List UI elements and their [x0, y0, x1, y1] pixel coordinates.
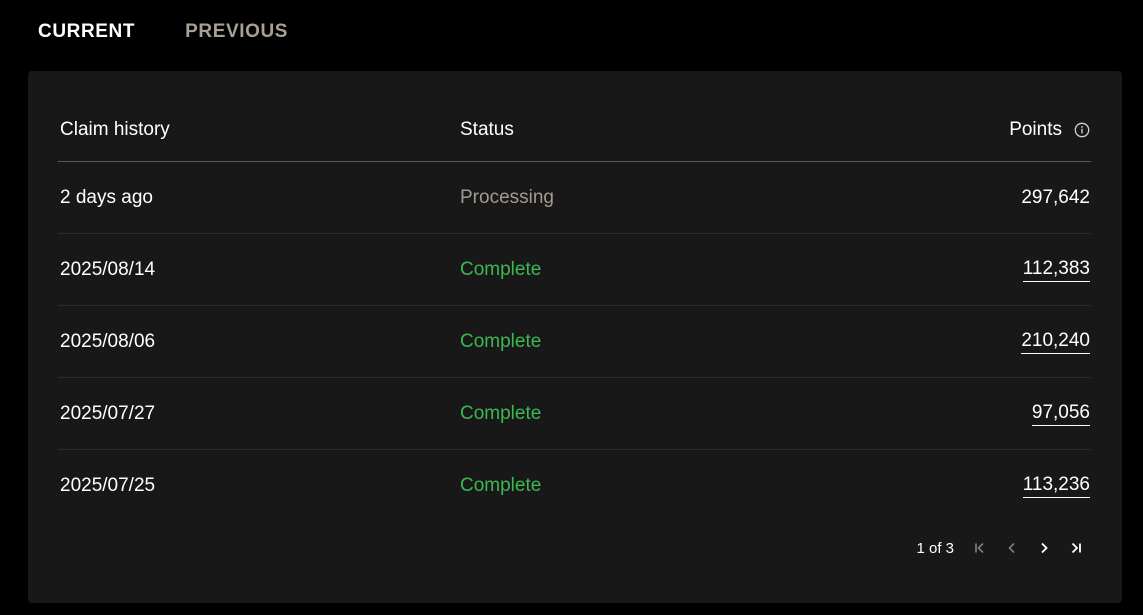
table-row: 2025/07/25 Complete 113,236	[58, 450, 1091, 521]
tab-bar: CURRENT PREVIOUS	[38, 20, 288, 44]
claim-points-link[interactable]: 210,240	[1021, 330, 1090, 354]
column-header-points-label: Points	[1009, 119, 1062, 140]
last-page-icon[interactable]	[1060, 537, 1092, 559]
claim-date: 2025/08/14	[60, 258, 156, 280]
chevron-right-icon[interactable]	[1028, 537, 1060, 559]
claim-status: Complete	[460, 402, 542, 424]
claim-status: Processing	[460, 186, 554, 208]
table-row: 2 days ago Processing 297,642	[58, 162, 1091, 234]
tab-previous[interactable]: PREVIOUS	[185, 20, 288, 44]
claim-points: 297,642	[1021, 162, 1090, 233]
claim-history-panel: Claim history Status Points 2 days ago P…	[28, 71, 1122, 603]
claim-points: 210,240	[1021, 306, 1090, 377]
claim-points-link[interactable]: 113,236	[1022, 474, 1090, 498]
column-header-points: Points	[1009, 99, 1090, 161]
table-header-row: Claim history Status Points	[58, 99, 1091, 162]
info-icon[interactable]	[1074, 122, 1090, 138]
chevron-left-icon[interactable]	[996, 537, 1028, 559]
column-header-status: Status	[460, 119, 514, 140]
claim-date: 2025/07/25	[60, 474, 156, 496]
claim-status: Complete	[460, 330, 542, 352]
claim-date: 2025/07/27	[60, 402, 156, 424]
column-header-claim-history: Claim history	[60, 119, 170, 140]
claim-date: 2025/08/06	[60, 330, 156, 352]
claim-points-link[interactable]: 97,056	[1031, 402, 1090, 426]
pagination: 1 of 3	[916, 537, 1092, 559]
claim-points-value: 297,642	[1021, 186, 1090, 208]
pagination-status: 1 of 3	[916, 539, 954, 557]
claim-status: Complete	[460, 474, 542, 496]
first-page-icon[interactable]	[964, 537, 996, 559]
claim-date: 2 days ago	[60, 186, 153, 208]
claim-points: 113,236	[1022, 450, 1090, 521]
claim-points: 97,056	[1031, 378, 1090, 449]
claim-points-link[interactable]: 112,383	[1022, 258, 1090, 282]
claim-points: 112,383	[1022, 234, 1090, 305]
table-row: 2025/08/14 Complete 112,383	[58, 234, 1091, 306]
tab-current[interactable]: CURRENT	[38, 20, 135, 44]
table-row: 2025/07/27 Complete 97,056	[58, 378, 1091, 450]
table-row: 2025/08/06 Complete 210,240	[58, 306, 1091, 378]
claim-history-table: Claim history Status Points 2 days ago P…	[58, 99, 1091, 521]
claim-status: Complete	[460, 258, 542, 280]
